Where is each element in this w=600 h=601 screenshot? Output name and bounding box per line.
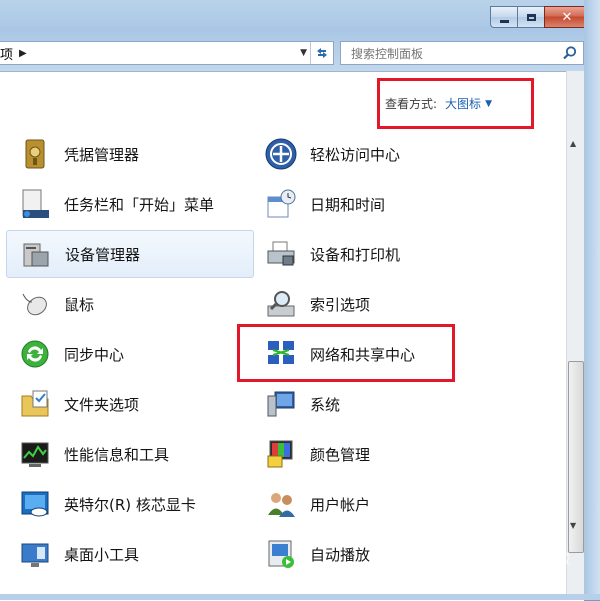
- taskbar-icon: [18, 187, 52, 221]
- item-devices-printers[interactable]: 设备和打印机: [252, 232, 552, 276]
- window-frame: ✕ 项 ▶ ▼ 查看方式: 大图标 ▼: [0, 0, 600, 601]
- scroll-down-icon[interactable]: ▼: [570, 521, 576, 530]
- window-controls: ✕: [490, 6, 590, 28]
- item-label: 同步中心: [64, 345, 125, 364]
- intel-graphics-icon: [18, 487, 52, 521]
- address-bar[interactable]: 项 ▶ ▼: [0, 41, 334, 65]
- credential-vault-icon: [18, 137, 52, 171]
- item-device-manager[interactable]: 设备管理器: [6, 230, 254, 278]
- item-system[interactable]: 系统: [252, 382, 552, 426]
- item-label: 鼠标: [64, 295, 95, 314]
- item-network-sharing-center[interactable]: 网络和共享中心: [252, 332, 552, 376]
- item-label: 用户帐户: [310, 495, 371, 514]
- item-folder-options[interactable]: 文件夹选项: [6, 382, 254, 426]
- item-desktop-gadgets[interactable]: 桌面小工具: [6, 532, 254, 576]
- item-label: 文件夹选项: [64, 395, 140, 414]
- item-label: 英特尔(R) 核芯显卡: [64, 495, 196, 514]
- printer-icon: [264, 237, 298, 271]
- maximize-icon: [526, 13, 536, 21]
- paw-logo-icon: [513, 537, 534, 558]
- item-label: 任务栏和「开始」菜单: [64, 195, 215, 214]
- vertical-scrollbar[interactable]: ▲ ▼: [566, 71, 585, 600]
- user-accounts-icon: [264, 487, 298, 521]
- item-label: 索引选项: [310, 295, 371, 314]
- breadcrumb[interactable]: 项: [0, 44, 13, 63]
- scroll-up-icon[interactable]: ▲: [570, 139, 576, 148]
- item-label: 性能信息和工具: [64, 445, 170, 464]
- sync-icon: [18, 337, 52, 371]
- item-indexing-options[interactable]: 索引选项: [252, 282, 552, 326]
- item-label: 桌面小工具: [64, 545, 140, 564]
- item-label: 自动播放: [310, 545, 371, 564]
- system-icon: [264, 387, 298, 421]
- search-input[interactable]: [349, 43, 553, 65]
- mouse-icon: [18, 287, 52, 321]
- annotation-highlight-view: [377, 78, 534, 129]
- item-mouse[interactable]: 鼠标: [6, 282, 254, 326]
- color-management-icon: [264, 437, 298, 471]
- control-panel-content: 查看方式: 大图标 ▼ 凭据管理器 任务栏和「开始」菜单 设备管理器 鼠标 同步…: [0, 71, 584, 601]
- gadgets-icon: [18, 537, 52, 571]
- address-dropdown-icon[interactable]: ▼: [300, 48, 307, 58]
- item-color-management[interactable]: 颜色管理: [252, 432, 552, 476]
- item-ease-of-access[interactable]: 轻松访问中心: [252, 132, 552, 176]
- watermark-brand: Bai: [478, 545, 509, 565]
- refresh-button[interactable]: [310, 42, 333, 64]
- refresh-icon: [317, 48, 327, 58]
- item-date-time[interactable]: 日期和时间: [252, 182, 552, 226]
- minimize-button[interactable]: [490, 6, 517, 28]
- folder-options-icon: [18, 387, 52, 421]
- calendar-clock-icon: [264, 187, 298, 221]
- search-icon[interactable]: [562, 45, 578, 61]
- device-manager-icon: [19, 237, 53, 271]
- item-label: 网络和共享中心: [310, 345, 416, 364]
- indexing-icon: [264, 287, 298, 321]
- item-intel-graphics[interactable]: 英特尔(R) 核芯显卡: [6, 482, 254, 526]
- watermark-url: jingyan.baidu.com: [470, 571, 563, 582]
- network-icon: [264, 337, 298, 371]
- item-label: 凭据管理器: [64, 145, 140, 164]
- item-label: 系统: [310, 395, 341, 414]
- autoplay-icon: [264, 537, 298, 571]
- breadcrumb-arrow-icon[interactable]: ▶: [19, 48, 27, 59]
- item-performance-tools[interactable]: 性能信息和工具: [6, 432, 254, 476]
- item-taskbar-start-menu[interactable]: 任务栏和「开始」菜单: [6, 182, 254, 226]
- item-sync-center[interactable]: 同步中心: [6, 332, 254, 376]
- window-border-right: [584, 0, 600, 600]
- item-label: 颜色管理: [310, 445, 371, 464]
- item-credential-manager[interactable]: 凭据管理器: [6, 132, 254, 176]
- search-box[interactable]: [340, 41, 584, 65]
- item-user-accounts[interactable]: 用户帐户: [252, 482, 552, 526]
- item-label: 日期和时间: [310, 195, 386, 214]
- item-label: 设备管理器: [65, 245, 141, 264]
- maximize-button[interactable]: [517, 6, 544, 28]
- minimize-icon: [499, 19, 509, 23]
- item-label: 轻松访问中心: [310, 145, 401, 164]
- close-icon: ✕: [561, 9, 573, 25]
- watermark-brand-cn: 经验: [540, 549, 571, 567]
- item-label: 设备和打印机: [310, 245, 401, 264]
- ease-of-access-icon: [264, 137, 298, 171]
- watermark: Bai 经验 jingyan.baidu.com: [470, 535, 590, 595]
- performance-icon: [18, 437, 52, 471]
